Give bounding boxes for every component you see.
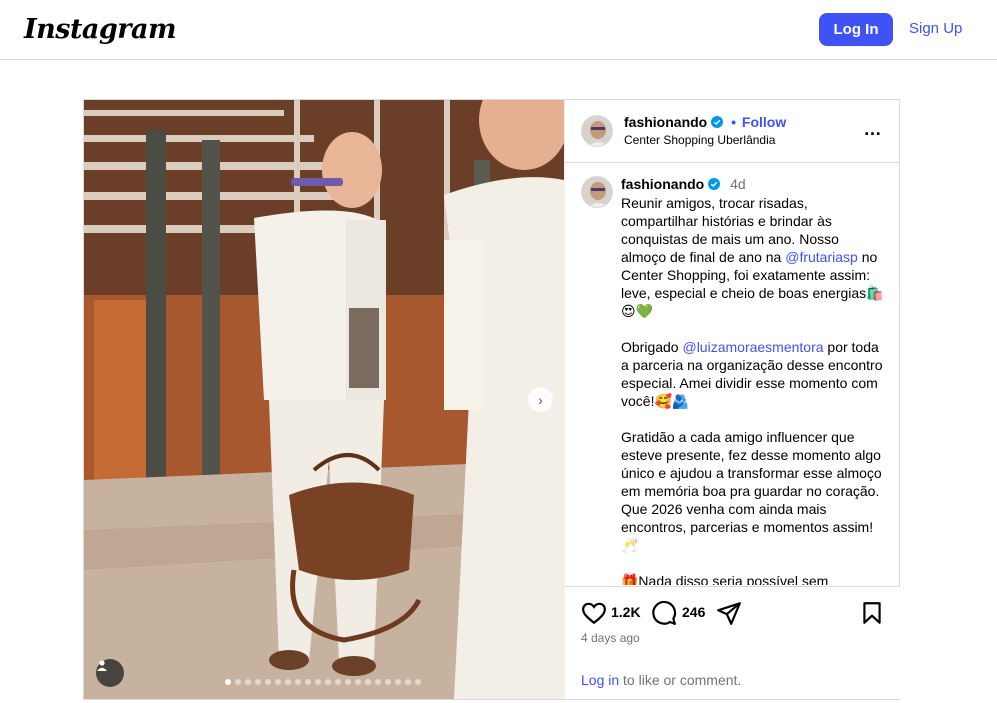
login-button[interactable]: Log In bbox=[819, 13, 893, 46]
posted-timestamp[interactable]: 4 days ago bbox=[581, 631, 640, 645]
heart-icon[interactable] bbox=[581, 600, 607, 626]
chevron-right-icon: › bbox=[538, 391, 543, 408]
carousel-dot bbox=[415, 679, 421, 685]
action-bar: 1.2K 246 4 days ago Log in to like or co… bbox=[565, 586, 900, 699]
login-to-comment: Log in to like or comment. bbox=[581, 672, 741, 688]
mention-link[interactable]: @frutariasp bbox=[785, 249, 858, 265]
signup-link[interactable]: Sign Up bbox=[909, 20, 962, 37]
post-details-pane: fashionando • Follow Center Shopping Ube… bbox=[564, 100, 900, 699]
top-bar: Instagram Log In Sign Up bbox=[0, 0, 997, 60]
verified-badge-icon bbox=[711, 116, 724, 128]
verified-badge-icon bbox=[708, 178, 721, 190]
carousel-dot bbox=[285, 679, 291, 685]
caption-paragraph: 🎁Nada disso seria possível sem parceiros… bbox=[621, 573, 829, 585]
carousel-dot bbox=[315, 679, 321, 685]
caption-text-segment: Obrigado bbox=[621, 339, 683, 355]
next-slide-button[interactable]: › bbox=[528, 387, 553, 412]
like-count[interactable]: 1.2K bbox=[611, 604, 641, 620]
login-prompt-text: to like or comment. bbox=[619, 672, 742, 688]
carousel-dot bbox=[375, 679, 381, 685]
carousel-dot bbox=[245, 679, 251, 685]
mention-link[interactable]: @luizamoraesmentora bbox=[682, 339, 823, 355]
post-header: fashionando • Follow Center Shopping Ube… bbox=[565, 100, 900, 163]
caption-paragraph: Gratidão a cada amigo influencer que est… bbox=[621, 429, 882, 553]
carousel-dot bbox=[295, 679, 301, 685]
follow-button[interactable]: Follow bbox=[742, 114, 786, 130]
login-link[interactable]: Log in bbox=[581, 672, 619, 688]
caption-username[interactable]: fashionando bbox=[621, 176, 704, 192]
carousel-dot bbox=[325, 679, 331, 685]
carousel-dot bbox=[275, 679, 281, 685]
carousel-dot bbox=[405, 679, 411, 685]
carousel-dot bbox=[355, 679, 361, 685]
comment-icon[interactable] bbox=[651, 600, 677, 626]
header-separator: • bbox=[731, 114, 737, 130]
caption-paragraph: Obrigado @luizamoraesmentora por toda a … bbox=[621, 338, 887, 410]
carousel-dot bbox=[255, 679, 261, 685]
user-icon bbox=[97, 660, 107, 671]
post-card: › fashionando • Follow Center Shopping U… bbox=[83, 99, 900, 700]
post-photo[interactable]: › bbox=[84, 100, 564, 699]
comment-count[interactable]: 246 bbox=[682, 604, 705, 620]
photo-illustration bbox=[84, 100, 564, 699]
carousel-dot bbox=[395, 679, 401, 685]
author-avatar[interactable] bbox=[581, 115, 613, 147]
carousel-dot bbox=[365, 679, 371, 685]
carousel-indicator bbox=[225, 679, 421, 685]
carousel-dot bbox=[345, 679, 351, 685]
carousel-dot bbox=[265, 679, 271, 685]
share-icon[interactable] bbox=[716, 600, 742, 626]
carousel-dot bbox=[385, 679, 391, 685]
caption-paragraph: Reunir amigos, trocar risadas, compartil… bbox=[621, 194, 887, 320]
instagram-logo[interactable]: Instagram bbox=[24, 14, 177, 45]
carousel-dot bbox=[235, 679, 241, 685]
carousel-dot bbox=[225, 679, 231, 685]
more-options-icon[interactable]: … bbox=[862, 118, 884, 140]
author-username[interactable]: fashionando bbox=[624, 114, 707, 130]
post-location[interactable]: Center Shopping Uberlândia bbox=[624, 133, 775, 147]
carousel-dot bbox=[335, 679, 341, 685]
caption-time: 4d bbox=[730, 176, 746, 192]
caption-avatar[interactable] bbox=[581, 176, 613, 208]
carousel-dot bbox=[305, 679, 311, 685]
tagged-users-button[interactable] bbox=[96, 659, 124, 687]
bookmark-icon[interactable] bbox=[859, 600, 885, 626]
caption-text: Reunir amigos, trocar risadas, compartil… bbox=[621, 194, 887, 585]
caption-area: fashionando 4d Reunir amigos, trocar ris… bbox=[565, 164, 900, 585]
